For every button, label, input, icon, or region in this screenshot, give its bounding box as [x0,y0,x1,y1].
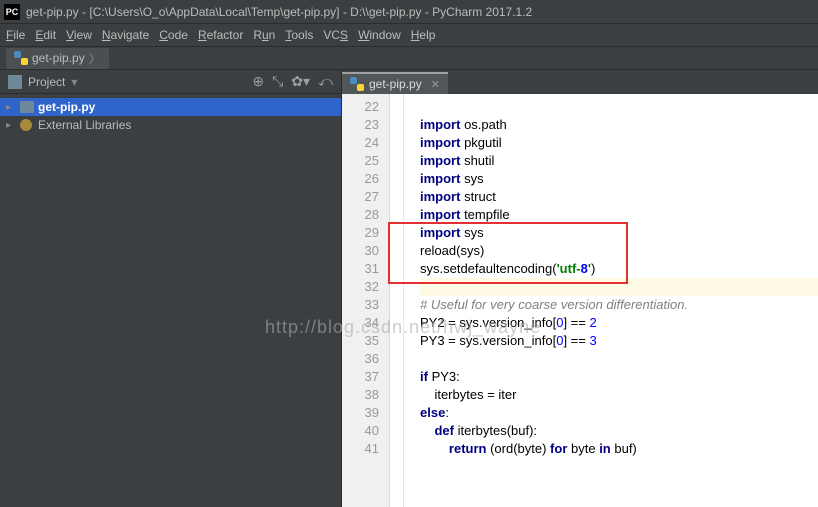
code-lines[interactable]: import os.pathimport pkgutilimport shuti… [404,94,818,507]
editor-tab[interactable]: get-pip.py ✕ [342,72,448,94]
main-area: Project ▾ ⊕ ⤡ ✿▾ ⤺ ▸ get-pip.py ▸ Extern… [0,70,818,507]
code-line[interactable]: import sys [420,170,818,188]
code-line[interactable]: import tempfile [420,206,818,224]
expand-arrow-icon[interactable]: ▸ [6,120,16,131]
editor-tabbar: get-pip.py ✕ [342,70,818,94]
project-sidebar: Project ▾ ⊕ ⤡ ✿▾ ⤺ ▸ get-pip.py ▸ Extern… [0,70,342,507]
python-file-icon [350,77,364,91]
code-line[interactable]: import os.path [420,116,818,134]
code-line[interactable]: PY2 = sys.version_info[0] == 2 [420,314,818,332]
menu-edit[interactable]: Edit [35,28,56,42]
titlebar: PC get-pip.py - [C:\Users\O_o\AppData\Lo… [0,0,818,24]
code-line[interactable]: import shutil [420,152,818,170]
code-line[interactable]: import pkgutil [420,134,818,152]
tree-item-get-pip[interactable]: ▸ get-pip.py [0,98,341,116]
scroll-to-source-icon[interactable]: ⊕ [252,73,264,90]
code-line[interactable] [420,98,818,116]
dropdown-arrow-icon[interactable]: ▾ [71,75,77,89]
menu-tools[interactable]: Tools [285,28,313,42]
app-icon: PC [4,4,20,20]
tab-label: get-pip.py [369,77,422,91]
code-line[interactable]: import sys [420,224,818,242]
collapse-all-icon[interactable]: ⤡ [272,73,283,90]
library-icon [20,119,34,131]
code-line[interactable]: def iterbytes(buf): [420,422,818,440]
code-line[interactable] [420,350,818,368]
code-line[interactable]: if PY3: [420,368,818,386]
code-line[interactable]: # Useful for very coarse version differe… [420,296,818,314]
breadcrumb-item[interactable]: get-pip.py 〉 [6,48,109,69]
breadcrumb-bar: get-pip.py 〉 [0,46,818,70]
menu-view[interactable]: View [66,28,92,42]
code-line[interactable]: iterbytes = iter [420,386,818,404]
sidebar-title: Project [28,75,65,89]
code-line[interactable]: import struct [420,188,818,206]
code-line[interactable]: sys.setdefaultencoding('utf-8') [420,260,818,278]
code-line[interactable]: PY3 = sys.version_info[0] == 3 [420,332,818,350]
sidebar-header: Project ▾ ⊕ ⤡ ✿▾ ⤺ [0,70,341,94]
menu-file[interactable]: File [6,28,25,42]
project-icon [8,75,22,89]
python-file-icon [14,51,28,65]
code-line[interactable] [420,278,818,296]
editor-area: get-pip.py ✕ 222324252627282930313233343… [342,70,818,507]
tree-item-external-libraries[interactable]: ▸ External Libraries [0,116,341,134]
menubar: File Edit View Navigate Code Refactor Ru… [0,24,818,46]
folder-icon [20,101,34,113]
line-number-gutter: 2223242526272829303132333435363738394041 [342,94,390,507]
menu-window[interactable]: Window [358,28,401,42]
menu-vcs[interactable]: VCS [323,28,348,42]
window-title: get-pip.py - [C:\Users\O_o\AppData\Local… [26,5,532,19]
tree-label: get-pip.py [38,100,95,114]
expand-arrow-icon[interactable]: ▸ [6,102,16,113]
tree-label: External Libraries [38,118,131,132]
code-editor[interactable]: 2223242526272829303132333435363738394041… [342,94,818,507]
breadcrumb-label: get-pip.py [32,51,85,65]
menu-navigate[interactable]: Navigate [102,28,149,42]
menu-help[interactable]: Help [411,28,436,42]
menu-code[interactable]: Code [159,28,188,42]
gear-icon[interactable]: ✿▾ [291,73,310,90]
breadcrumb-separator: 〉 [89,50,101,67]
fold-bar [390,94,404,507]
code-line[interactable]: else: [420,404,818,422]
menu-run[interactable]: Run [253,28,275,42]
project-tree: ▸ get-pip.py ▸ External Libraries [0,94,341,138]
code-line[interactable]: return (ord(byte) for byte in buf) [420,440,818,458]
code-line[interactable]: reload(sys) [420,242,818,260]
menu-refactor[interactable]: Refactor [198,28,243,42]
hide-icon[interactable]: ⤺ [318,73,333,90]
close-icon[interactable]: ✕ [431,78,440,91]
